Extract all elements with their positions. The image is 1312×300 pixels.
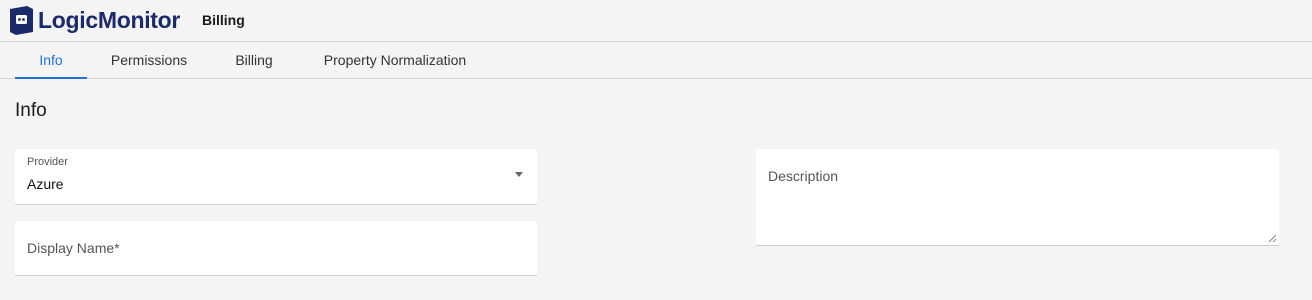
provider-label: Provider — [27, 156, 68, 168]
chevron-down-icon[interactable] — [515, 172, 523, 177]
logicmonitor-logo[interactable]: LogicMonitor — [7, 5, 180, 35]
tab-bar: Info Permissions Billing Property Normal… — [0, 42, 1312, 79]
app-header: LogicMonitor Billing — [0, 0, 1312, 42]
tab-permissions[interactable]: Permissions — [105, 42, 193, 78]
description-label: Description — [768, 168, 839, 184]
provider-value: Azure — [27, 176, 64, 192]
section-title: Info — [15, 100, 47, 121]
display-name-field[interactable]: Display Name* — [15, 221, 537, 276]
resize-handle-icon[interactable] — [1268, 234, 1277, 243]
logo-text: LogicMonitor — [38, 7, 181, 33]
tab-property-normalization[interactable]: Property Normalization — [313, 42, 477, 78]
page-heading: Billing — [202, 12, 245, 28]
logicmonitor-logo-icon — [10, 6, 33, 35]
display-name-label: Display Name* — [27, 240, 120, 256]
tab-billing[interactable]: Billing — [227, 42, 281, 78]
description-textarea[interactable]: Description — [756, 149, 1279, 246]
tab-info[interactable]: Info — [15, 42, 87, 79]
provider-select[interactable]: Provider Azure — [15, 149, 537, 205]
